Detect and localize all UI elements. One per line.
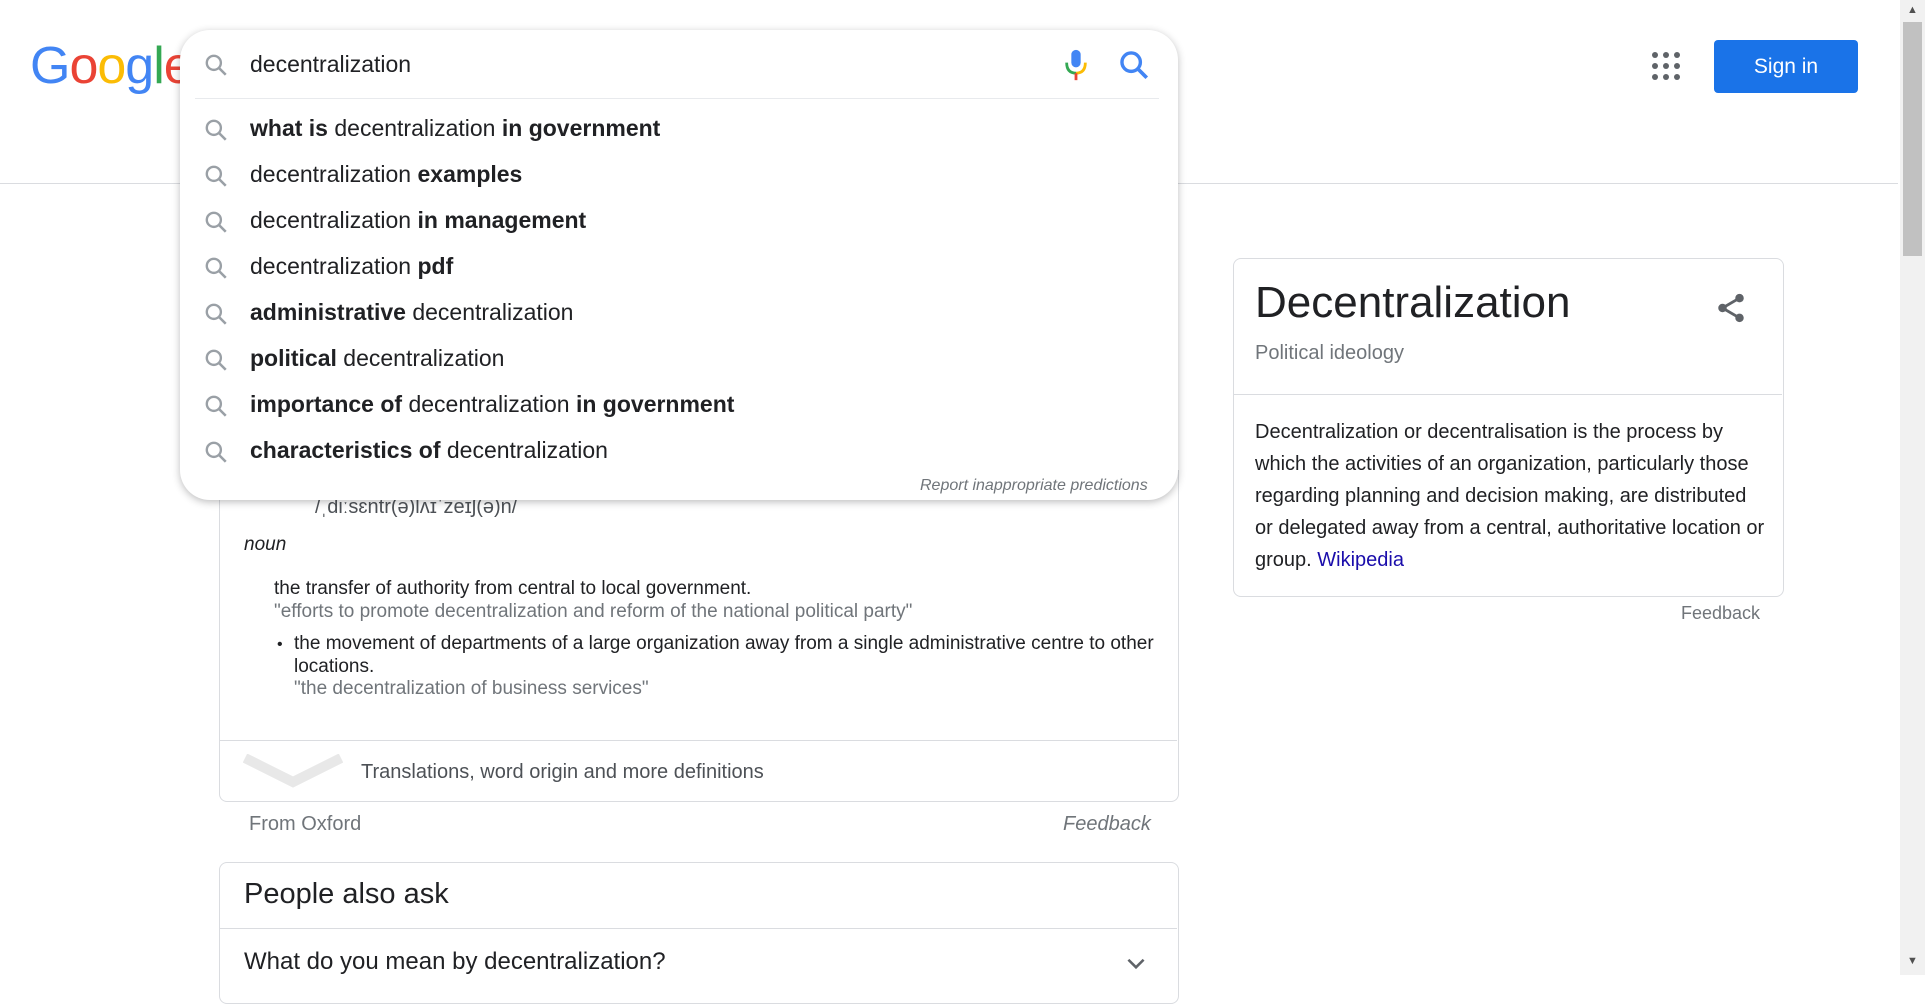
suggestion-item[interactable]: decentralization pdf: [195, 243, 1159, 289]
search-icon: [203, 255, 229, 286]
scroll-down-arrow[interactable]: ▼: [1907, 955, 1918, 967]
people-also-ask-question[interactable]: What do you mean by decentralization?: [244, 948, 666, 976]
logo-letter: G: [30, 37, 70, 95]
part-of-speech: noun: [244, 534, 287, 555]
definition-2: the movement of departments of a large o…: [294, 633, 1154, 677]
search-icon: [203, 163, 229, 194]
logo-letter: o: [97, 37, 126, 95]
search-icon: [203, 301, 229, 332]
scroll-up-arrow[interactable]: ▲: [1907, 4, 1918, 16]
suggestion-text: political decentralization: [250, 345, 505, 371]
suggestion-item[interactable]: decentralization in management: [195, 197, 1159, 243]
knowledge-panel-subtitle: Political ideology: [1255, 342, 1404, 364]
bullet: •: [277, 636, 283, 653]
sign-in-button[interactable]: Sign in: [1714, 40, 1858, 93]
search-icon: [203, 347, 229, 378]
knowledge-panel-feedback-link[interactable]: Feedback: [1681, 603, 1760, 624]
suggestion-item[interactable]: importance of decentralization in govern…: [195, 381, 1159, 427]
logo-letter: o: [69, 37, 98, 95]
google-logo[interactable]: Google: [30, 36, 193, 96]
search-icon: [203, 117, 229, 148]
people-also-ask-title: People also ask: [244, 878, 449, 910]
search-input[interactable]: [250, 46, 1030, 82]
search-icon: [203, 52, 229, 83]
scrollbar[interactable]: ▲ ▼: [1900, 0, 1925, 975]
search-button-icon[interactable]: [1117, 48, 1151, 87]
search-icon: [203, 393, 229, 424]
suggestion-text: administrative decentralization: [250, 299, 574, 325]
suggestion-text: decentralization examples: [250, 161, 523, 187]
suggestion-item[interactable]: characteristics of decentralization: [195, 427, 1159, 473]
search-icon: [203, 209, 229, 240]
suggestion-item[interactable]: administrative decentralization: [195, 289, 1159, 335]
chevron-down-icon[interactable]: [242, 753, 344, 793]
search-divider: [195, 98, 1159, 99]
definition-1: the transfer of authority from central t…: [274, 578, 752, 599]
people-also-ask-divider: [220, 928, 1177, 929]
suggestion-text: characteristics of decentralization: [250, 437, 608, 463]
dictionary-feedback-link[interactable]: Feedback: [1063, 813, 1151, 836]
example-2: "the decentralization of business servic…: [294, 678, 649, 699]
suggestion-text: what is decentralization in government: [250, 115, 661, 141]
suggestion-item[interactable]: what is decentralization in government: [195, 105, 1159, 151]
suggestion-item[interactable]: political decentralization: [195, 335, 1159, 381]
knowledge-panel-title: Decentralization: [1255, 278, 1571, 327]
knowledge-panel-divider: [1234, 394, 1782, 395]
search-icon: [203, 439, 229, 470]
example-1: "efforts to promote decentralization and…: [274, 601, 913, 622]
logo-letter: l: [153, 37, 165, 95]
logo-letter: g: [125, 37, 154, 95]
apps-grid-icon[interactable]: [1652, 52, 1680, 80]
dictionary-divider: [220, 740, 1177, 741]
wikipedia-link[interactable]: Wikipedia: [1317, 549, 1404, 571]
knowledge-panel-description: Decentralization or decentralisation is …: [1255, 416, 1765, 576]
suggestion-text: decentralization pdf: [250, 253, 454, 279]
microphone-icon[interactable]: [1062, 47, 1090, 88]
suggestion-text: decentralization in management: [250, 207, 587, 233]
suggestion-text: importance of decentralization in govern…: [250, 391, 735, 417]
scrollbar-thumb[interactable]: [1903, 22, 1922, 256]
report-predictions-link[interactable]: Report inappropriate predictions: [920, 477, 1148, 495]
dictionary-source: From Oxford: [249, 813, 362, 835]
chevron-down-icon[interactable]: [1123, 950, 1149, 981]
suggestion-item[interactable]: decentralization examples: [195, 151, 1159, 197]
more-definitions-link[interactable]: Translations, word origin and more defin…: [361, 761, 764, 784]
share-icon[interactable]: [1714, 291, 1748, 330]
